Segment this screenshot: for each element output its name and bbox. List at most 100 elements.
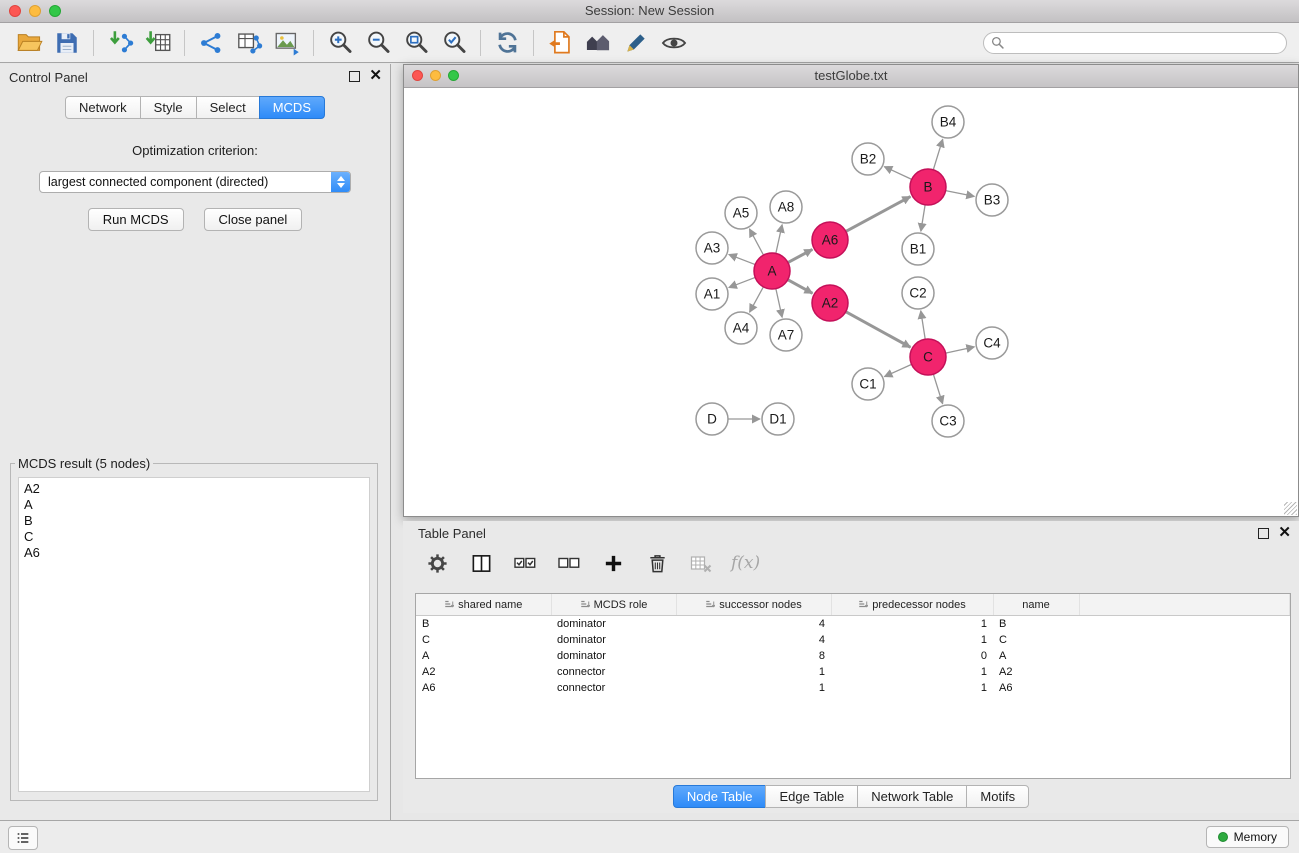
graph-node-A5[interactable]: A5	[725, 197, 757, 229]
graph-node-B2[interactable]: B2	[852, 143, 884, 175]
graph-node-D1[interactable]: D1	[762, 403, 794, 435]
graph-node-B4[interactable]: B4	[932, 106, 964, 138]
graph-edge-A-A3[interactable]	[729, 254, 755, 264]
close-window-icon[interactable]	[9, 5, 21, 17]
graph-edge-B-B2[interactable]	[884, 167, 911, 180]
show-columns-icon[interactable]	[467, 549, 495, 577]
graph-svg[interactable]: B4B2BB3A5A8A6B1A3AA1C2A2A4A7C4C1CC3DD1	[405, 88, 1297, 515]
graph-node-B[interactable]: B	[910, 169, 946, 205]
import-network-file-icon[interactable]	[101, 27, 139, 59]
table-row[interactable]: Cdominator41C	[416, 632, 1290, 648]
graph-node-C1[interactable]: C1	[852, 368, 884, 400]
graph-node-C[interactable]: C	[910, 339, 946, 375]
graph-node-A4[interactable]: A4	[725, 312, 757, 344]
document-import-icon[interactable]	[541, 27, 579, 59]
graph-edge-B-B4[interactable]	[933, 139, 942, 170]
minimize-window-icon[interactable]	[29, 5, 41, 17]
graph-node-A1[interactable]: A1	[696, 278, 728, 310]
graph-node-A3[interactable]: A3	[696, 232, 728, 264]
graph-node-A8[interactable]: A8	[770, 191, 802, 223]
run-mcds-button[interactable]: Run MCDS	[88, 208, 184, 231]
save-session-icon[interactable]	[48, 27, 86, 59]
graph-edge-A-A7[interactable]	[776, 289, 782, 318]
graph-edge-A-A6[interactable]	[788, 249, 812, 262]
mcds-result-item[interactable]: A	[24, 497, 364, 513]
zoom-in-icon[interactable]	[321, 27, 359, 59]
column-header-name[interactable]: name	[993, 594, 1079, 616]
zoom-out-icon[interactable]	[359, 27, 397, 59]
mcds-result-list[interactable]: A2ABCA6	[18, 477, 370, 792]
criterion-dropdown[interactable]: largest connected component (directed)	[39, 171, 351, 193]
network-canvas[interactable]: B4B2BB3A5A8A6B1A3AA1C2A2A4A7C4C1CC3DD1	[405, 88, 1297, 515]
mcds-result-item[interactable]: C	[24, 529, 364, 545]
zoom-window-icon[interactable]	[49, 5, 61, 17]
graph-node-A7[interactable]: A7	[770, 319, 802, 351]
graph-edge-A2-C[interactable]	[846, 312, 911, 348]
graph-node-C2[interactable]: C2	[902, 277, 934, 309]
graph-edge-C-C2[interactable]	[921, 311, 925, 339]
select-all-icon[interactable]	[511, 549, 539, 577]
resize-grip[interactable]	[1284, 502, 1297, 515]
graph-edge-A-A2[interactable]	[788, 280, 813, 294]
tab-style[interactable]: Style	[140, 96, 197, 119]
tab-edge-table[interactable]: Edge Table	[765, 785, 858, 808]
memory-button[interactable]: Memory	[1206, 826, 1289, 848]
refresh-icon[interactable]	[488, 27, 526, 59]
delete-table-icon[interactable]	[687, 549, 715, 577]
graph-edge-A-A5[interactable]	[749, 229, 763, 255]
graph-edge-B-B1[interactable]	[921, 205, 925, 231]
graph-edge-A6-B[interactable]	[846, 197, 911, 232]
graph-edge-C-C1[interactable]	[884, 364, 911, 376]
close-table-panel-icon[interactable]: ✕	[1278, 527, 1291, 539]
table-row[interactable]: A2connector11A2	[416, 664, 1290, 680]
graph-edge-C-C4[interactable]	[946, 347, 975, 353]
export-image-icon[interactable]	[268, 27, 306, 59]
float-panel-icon[interactable]	[349, 71, 360, 82]
graph-node-C3[interactable]: C3	[932, 405, 964, 437]
graph-node-B3[interactable]: B3	[976, 184, 1008, 216]
tab-network[interactable]: Network	[65, 96, 141, 119]
close-panel-icon[interactable]: ✕	[369, 70, 382, 82]
float-table-panel-icon[interactable]	[1258, 528, 1269, 539]
mcds-result-item[interactable]: A2	[24, 481, 364, 497]
column-header-successor-nodes[interactable]: successor nodes	[676, 594, 831, 616]
add-column-icon[interactable]	[599, 549, 627, 577]
zoom-fit-icon[interactable]	[397, 27, 435, 59]
table-row[interactable]: Adominator80A	[416, 648, 1290, 664]
graph-edge-B-B3[interactable]	[946, 191, 975, 197]
close-network-icon[interactable]	[412, 70, 423, 81]
zoom-network-icon[interactable]	[448, 70, 459, 81]
graph-node-C4[interactable]: C4	[976, 327, 1008, 359]
mcds-result-item[interactable]: A6	[24, 545, 364, 561]
task-history-button[interactable]	[8, 826, 38, 850]
search-input[interactable]	[983, 32, 1287, 54]
function-builder-icon[interactable]: f(x)	[731, 553, 760, 573]
open-session-icon[interactable]	[10, 27, 48, 59]
graph-edge-C-C3[interactable]	[933, 374, 942, 404]
zoom-selected-icon[interactable]	[435, 27, 473, 59]
table-settings-gear-icon[interactable]	[423, 549, 451, 577]
mcds-result-item[interactable]: B	[24, 513, 364, 529]
table-row[interactable]: Bdominator41B	[416, 616, 1290, 633]
close-panel-button[interactable]: Close panel	[204, 208, 303, 231]
graph-node-A[interactable]: A	[754, 253, 790, 289]
network-table-icon[interactable]	[230, 27, 268, 59]
tab-motifs[interactable]: Motifs	[966, 785, 1029, 808]
annotation-pen-icon[interactable]	[617, 27, 655, 59]
column-header-predecessor-nodes[interactable]: predecessor nodes	[831, 594, 993, 616]
tab-network-table[interactable]: Network Table	[857, 785, 967, 808]
tab-node-table[interactable]: Node Table	[673, 785, 767, 808]
new-network-icon[interactable]	[192, 27, 230, 59]
import-table-file-icon[interactable]	[139, 27, 177, 59]
home-icon[interactable]	[579, 27, 617, 59]
graph-node-A2[interactable]: A2	[812, 285, 848, 321]
graph-edge-A-A4[interactable]	[750, 287, 764, 312]
graph-node-B1[interactable]: B1	[902, 233, 934, 265]
graph-node-A6[interactable]: A6	[812, 222, 848, 258]
graph-edge-A-A8[interactable]	[776, 225, 782, 254]
graph-edge-A-A1[interactable]	[729, 277, 755, 287]
tab-mcds[interactable]: MCDS	[259, 96, 325, 119]
dropdown-stepper-icon[interactable]	[331, 172, 350, 192]
column-header-shared-name[interactable]: shared name	[416, 594, 551, 616]
minimize-network-icon[interactable]	[430, 70, 441, 81]
